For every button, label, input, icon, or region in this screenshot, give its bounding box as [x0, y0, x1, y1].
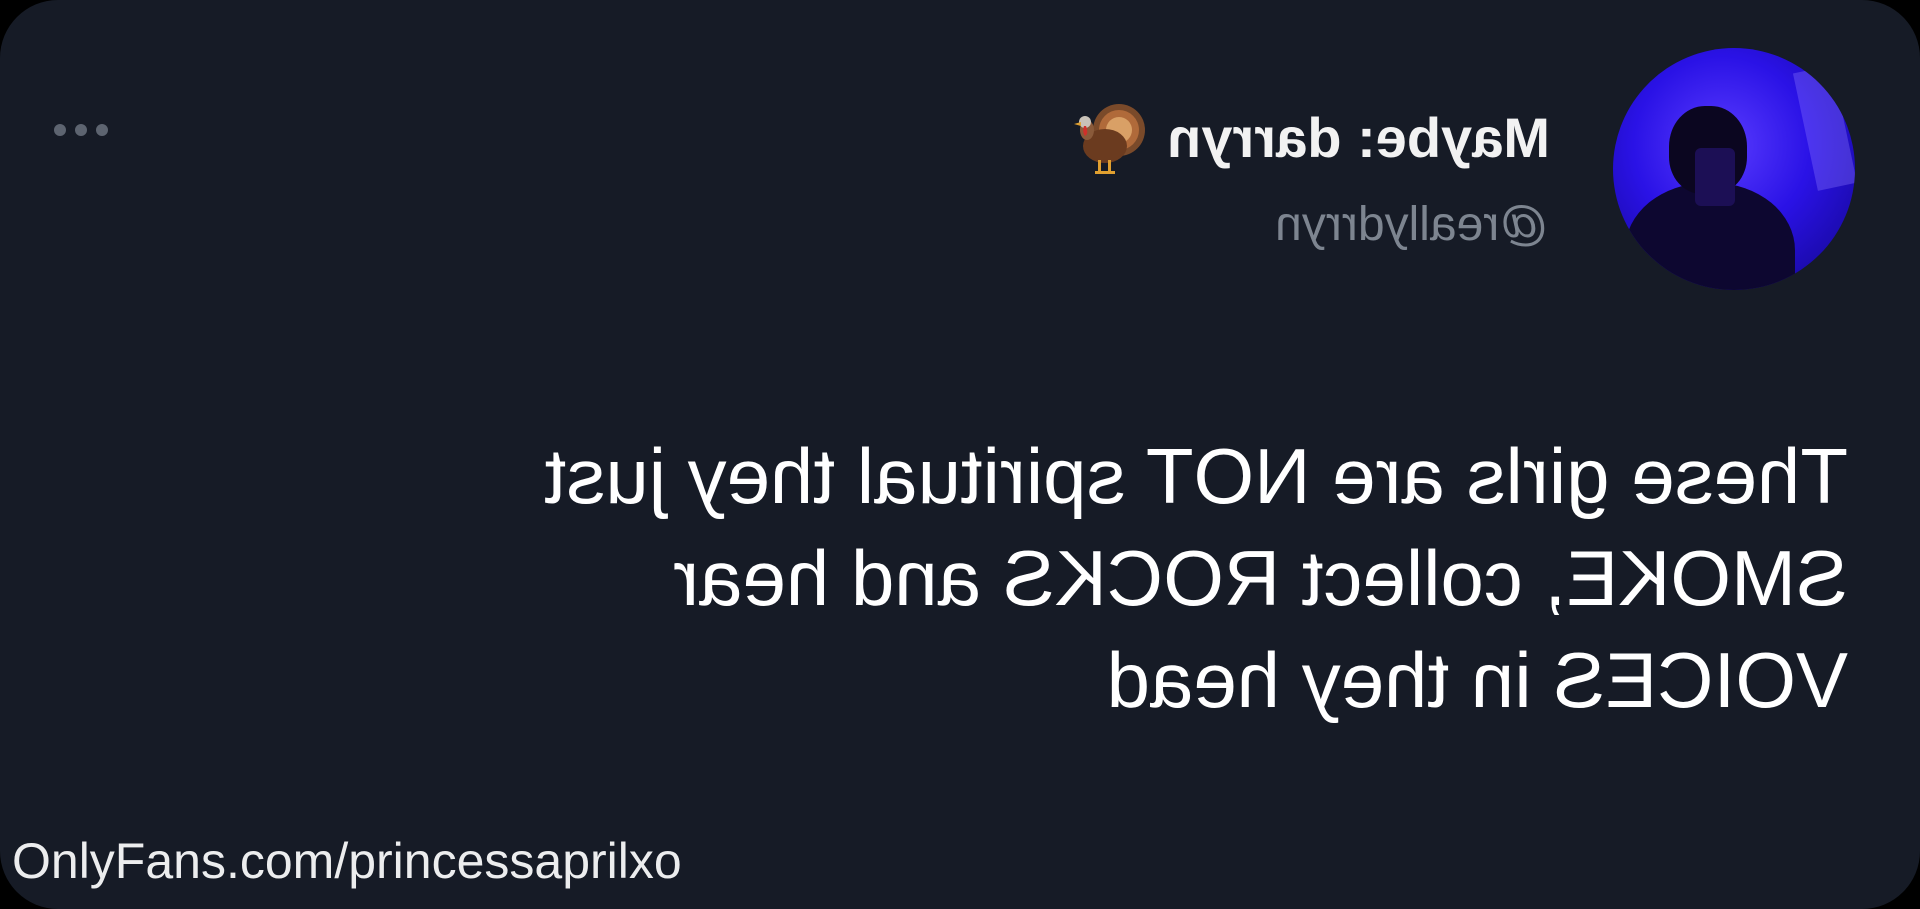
more-options-icon[interactable] — [54, 124, 108, 136]
turkey-icon — [1074, 104, 1146, 174]
tweet-text: These girls are NOT spiritual they just … — [48, 425, 1848, 731]
watermark: OnlyFans.com/princessaprilxo — [12, 833, 682, 889]
avatar-glare — [1792, 65, 1855, 191]
mirrored-tweet: Maybe: darryn @reallydrryn These girls a… — [0, 0, 1920, 909]
more-dot — [54, 124, 66, 136]
avatar[interactable] — [1613, 48, 1855, 290]
avatar-phone — [1695, 148, 1735, 206]
display-name-text: Maybe: darryn — [1167, 106, 1550, 169]
tweet-text-line: VOICES in they head — [1106, 636, 1848, 724]
display-name[interactable]: Maybe: darryn — [1069, 96, 1550, 180]
tweet-text-line: These girls are NOT spiritual they just — [544, 432, 1848, 520]
tweet-text-line: SMOKE, collect ROCKS and hear — [673, 534, 1848, 622]
more-dot — [75, 124, 87, 136]
handle[interactable]: @reallydrryn — [1275, 198, 1548, 251]
tweet-card: Maybe: darryn @reallydrryn These girls a… — [0, 0, 1920, 909]
more-dot — [96, 124, 108, 136]
